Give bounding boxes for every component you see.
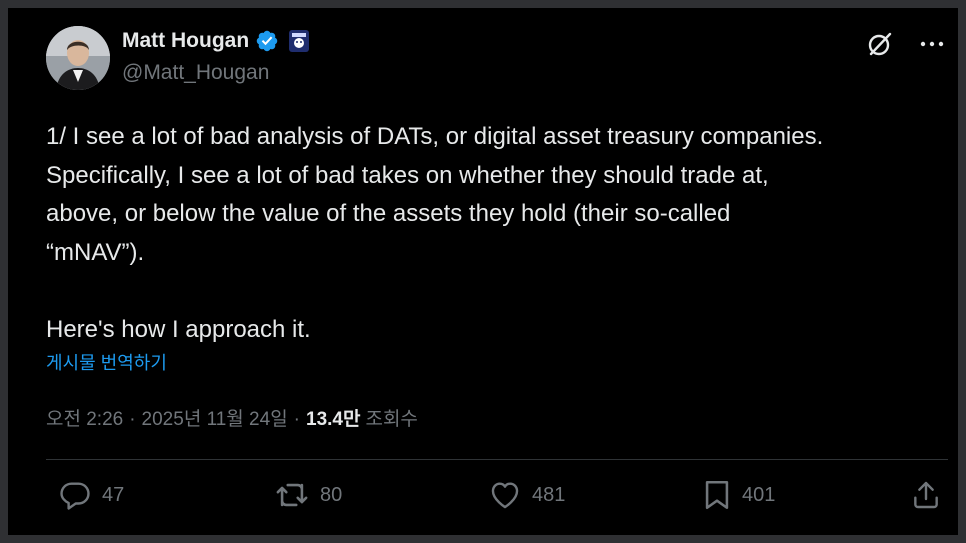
reply-icon	[60, 482, 90, 510]
action-bar: 47 80 481 401	[46, 478, 942, 518]
tweet-line: “mNAV”).	[46, 238, 145, 266]
tweet-meta: 오전 2:26 · 2025년 11월 24일 · 13.4만 조회수	[46, 404, 418, 431]
reply-button[interactable]: 47	[58, 478, 124, 512]
repost-button[interactable]: 80	[274, 478, 342, 512]
views-label: 조회수	[365, 409, 418, 430]
repost-count: 80	[320, 483, 343, 506]
reply-count: 47	[102, 483, 125, 506]
meta-separator: ·	[129, 409, 136, 430]
divider	[46, 459, 948, 460]
bookmark-count: 401	[742, 483, 776, 506]
tweet-line: Specifically, I see a lot of bad takes o…	[46, 161, 769, 189]
tweet-line: 1/ I see a lot of bad analysis of DATs, …	[46, 123, 824, 150]
grok-icon[interactable]	[866, 30, 894, 58]
share-button[interactable]	[910, 478, 942, 512]
tweet-line: above, or below the value of the assets …	[46, 200, 731, 227]
post-date[interactable]: 2025년 11월 24일	[142, 404, 288, 431]
author-handle[interactable]: @Matt_Hougan	[122, 61, 269, 85]
tweet-text: 1/ I see a lot of bad analysis of DATs, …	[46, 118, 951, 349]
meta-separator: ·	[293, 409, 300, 430]
share-icon	[914, 481, 938, 509]
repost-icon	[276, 483, 308, 507]
translate-link[interactable]: 게시물 번역하기	[46, 349, 167, 375]
affiliate-badge-icon[interactable]	[289, 30, 310, 52]
like-count: 481	[532, 483, 566, 506]
more-options-icon[interactable]	[920, 40, 944, 48]
verified-badge-icon[interactable]	[255, 29, 279, 53]
bookmark-button[interactable]: 401	[702, 478, 775, 512]
post-time[interactable]: 오전 2:26	[46, 404, 123, 431]
bookmark-icon	[705, 480, 729, 510]
tweet-closing-line: Here's how I approach it.	[46, 315, 311, 343]
heart-icon	[491, 482, 519, 509]
tweet-card: Matt Hougan @Matt_Hougan 1/ I see a lot …	[8, 8, 958, 535]
author-name[interactable]: Matt Hougan	[122, 29, 249, 53]
views-count: 13.4만	[306, 409, 361, 430]
like-button[interactable]: 481	[488, 478, 565, 512]
avatar[interactable]	[46, 26, 110, 90]
